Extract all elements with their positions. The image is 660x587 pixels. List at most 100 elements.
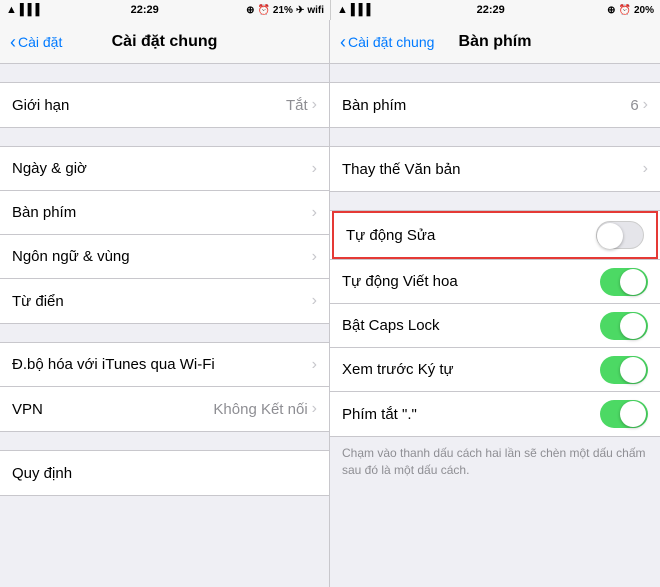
wifi-icon: ▲ bbox=[6, 4, 17, 16]
row-thay-the[interactable]: Thay thế Văn bản › bbox=[330, 147, 660, 191]
left-back-chevron: ‹ bbox=[10, 33, 16, 51]
right-nav-bar: ‹ Cài đặt chung Bàn phím bbox=[330, 20, 660, 64]
location-icon: ⊕ bbox=[246, 5, 254, 16]
right-group-thay-the: Thay thế Văn bản › bbox=[330, 146, 660, 192]
row-xem-truoc[interactable]: Xem trước Ký tự bbox=[330, 348, 660, 392]
vpn-chevron: › bbox=[312, 400, 317, 418]
right-back-button[interactable]: ‹ Cài đặt chung bbox=[340, 33, 434, 51]
vpn-label: VPN bbox=[12, 401, 43, 418]
main-content: ‹ Cài đặt Cài đặt chung Giới hạn Tắt › N… bbox=[0, 20, 660, 587]
tu-dong-sua-label: Tự động Sửa bbox=[346, 227, 435, 244]
left-group-2: Ngày & giờ › Bàn phím › Ngôn ngữ & vùng … bbox=[0, 146, 329, 324]
bat-caps-lock-knob bbox=[620, 313, 646, 339]
row-dong-bo[interactable]: Đ.bộ hóa với iTunes qua Wi-Fi › bbox=[0, 343, 329, 387]
xem-truoc-label: Xem trước Ký tự bbox=[342, 361, 454, 378]
left-time: 22:29 bbox=[131, 4, 159, 16]
left-back-label: Cài đặt bbox=[18, 34, 62, 50]
right-spacer-1 bbox=[330, 64, 660, 82]
xem-truoc-toggle[interactable] bbox=[600, 356, 648, 384]
left-group-4: Quy định bbox=[0, 450, 329, 496]
left-nav-bar: ‹ Cài đặt Cài đặt chung bbox=[0, 20, 329, 64]
row-ngon-ngu[interactable]: Ngôn ngữ & vùng › bbox=[0, 235, 329, 279]
tu-dong-sua-toggle[interactable] bbox=[596, 221, 644, 249]
row-tu-dien[interactable]: Từ điển › bbox=[0, 279, 329, 323]
phim-tat-toggle[interactable] bbox=[600, 400, 648, 428]
row-ban-phim-left[interactable]: Bàn phím › bbox=[0, 191, 329, 235]
phim-tat-label: Phím tắt "." bbox=[342, 406, 417, 423]
tu-dien-right: › bbox=[312, 292, 317, 310]
row-ngay-gio[interactable]: Ngày & giờ › bbox=[0, 147, 329, 191]
ngon-ngu-chevron: › bbox=[312, 248, 317, 266]
xem-truoc-knob bbox=[620, 357, 646, 383]
tu-dien-label: Từ điển bbox=[12, 293, 64, 310]
spacer-2 bbox=[0, 128, 329, 146]
ngay-gio-label: Ngày & giờ bbox=[12, 160, 87, 177]
row-quy-dinh[interactable]: Quy định bbox=[0, 451, 329, 495]
right-panel: ‹ Cài đặt chung Bàn phím Bàn phím 6 › Th… bbox=[330, 20, 660, 587]
right-toggle-group: Tự động Sửa Tự động Viết hoa Bật Caps Lo… bbox=[330, 210, 660, 437]
tu-dong-sua-knob bbox=[597, 223, 623, 249]
row-gioi-han[interactable]: Giới hạn Tắt › bbox=[0, 83, 329, 127]
row-bat-caps-lock[interactable]: Bật Caps Lock bbox=[330, 304, 660, 348]
left-group-3: Đ.bộ hóa với iTunes qua Wi-Fi › VPN Khôn… bbox=[0, 342, 329, 432]
footnote-text: Chạm vào thanh dấu cách hai lần sẽ chèn … bbox=[342, 446, 646, 477]
left-group-1: Giới hạn Tắt › bbox=[0, 82, 329, 128]
signal-icon: ▌▌▌ bbox=[20, 4, 43, 16]
alarm-icon: ⏰ bbox=[257, 5, 269, 16]
ban-phim-left-chevron: › bbox=[312, 204, 317, 222]
row-ban-phim-right[interactable]: Bàn phím 6 › bbox=[330, 83, 660, 127]
right-spacer-2 bbox=[330, 128, 660, 146]
left-panel: ‹ Cài đặt Cài đặt chung Giới hạn Tắt › N… bbox=[0, 20, 330, 587]
dong-bo-label: Đ.bộ hóa với iTunes qua Wi-Fi bbox=[12, 356, 215, 373]
vpn-value: Không Kết nối bbox=[213, 401, 307, 418]
status-bars: ▲ ▌▌▌ 22:29 ⊕ ⏰ 21% ✈ wifi ▲ ▌▌▌ 22:29 ⊕… bbox=[0, 0, 660, 20]
ban-phim-left-label: Bàn phím bbox=[12, 204, 76, 221]
spacer-4 bbox=[0, 432, 329, 450]
wifi2-icon: wifi bbox=[307, 5, 324, 16]
alarm2-icon: ⏰ bbox=[619, 5, 631, 16]
footnote: Chạm vào thanh dấu cách hai lần sẽ chèn … bbox=[330, 437, 660, 487]
left-signal-icons: ▲ ▌▌▌ bbox=[6, 4, 43, 16]
thay-the-label: Thay thế Văn bản bbox=[342, 161, 460, 178]
highlight-box: Tự động Sửa bbox=[332, 211, 658, 259]
spacer-1 bbox=[0, 64, 329, 82]
quy-dinh-label: Quy định bbox=[12, 465, 72, 482]
right-battery-area: ⊕ ⏰ 20% bbox=[607, 5, 654, 16]
tu-dien-chevron: › bbox=[312, 292, 317, 310]
ngon-ngu-label: Ngôn ngữ & vùng bbox=[12, 248, 130, 265]
gioi-han-right: Tắt › bbox=[286, 96, 317, 114]
ngay-gio-right: › bbox=[312, 160, 317, 178]
right-back-label: Cài đặt chung bbox=[348, 34, 434, 50]
wifi-icon2: ▲ bbox=[337, 4, 348, 16]
location2-icon: ⊕ bbox=[607, 5, 615, 16]
left-battery-area: ⊕ ⏰ 21% ✈ wifi bbox=[246, 5, 324, 16]
row-tu-dong-viet-hoa[interactable]: Tự động Viết hoa bbox=[330, 260, 660, 304]
signal2-icon: ▌▌▌ bbox=[351, 4, 374, 16]
left-status-bar: ▲ ▌▌▌ 22:29 ⊕ ⏰ 21% ✈ wifi bbox=[0, 0, 330, 20]
gioi-han-value: Tắt bbox=[286, 97, 308, 114]
row-tu-dong-sua[interactable]: Tự động Sửa bbox=[334, 213, 656, 257]
ban-phim-right-right: 6 › bbox=[630, 96, 648, 114]
ngon-ngu-right: › bbox=[312, 248, 317, 266]
right-back-chevron: ‹ bbox=[340, 33, 346, 51]
row-phim-tat[interactable]: Phím tắt "." bbox=[330, 392, 660, 436]
right-spacer-3 bbox=[330, 192, 660, 210]
tu-dong-viet-hoa-label: Tự động Viết hoa bbox=[342, 273, 458, 290]
thay-the-chevron: › bbox=[643, 160, 648, 178]
gioi-han-label: Giới hạn bbox=[12, 97, 69, 114]
row-vpn[interactable]: VPN Không Kết nối › bbox=[0, 387, 329, 431]
left-nav-title: Cài đặt chung bbox=[112, 33, 218, 51]
ban-phim-right-label: Bàn phím bbox=[342, 97, 406, 114]
right-nav-title: Bàn phím bbox=[459, 33, 532, 51]
left-back-button[interactable]: ‹ Cài đặt bbox=[10, 33, 62, 51]
spacer-3 bbox=[0, 324, 329, 342]
airplane-icon: ✈ bbox=[296, 5, 304, 16]
ngay-gio-chevron: › bbox=[312, 160, 317, 178]
dong-bo-right: › bbox=[312, 356, 317, 374]
dong-bo-chevron: › bbox=[312, 356, 317, 374]
bat-caps-lock-toggle[interactable] bbox=[600, 312, 648, 340]
ban-phim-left-right: › bbox=[312, 204, 317, 222]
tu-dong-viet-hoa-toggle[interactable] bbox=[600, 268, 648, 296]
ban-phim-right-chevron: › bbox=[643, 96, 648, 114]
ban-phim-value: 6 bbox=[630, 97, 638, 114]
